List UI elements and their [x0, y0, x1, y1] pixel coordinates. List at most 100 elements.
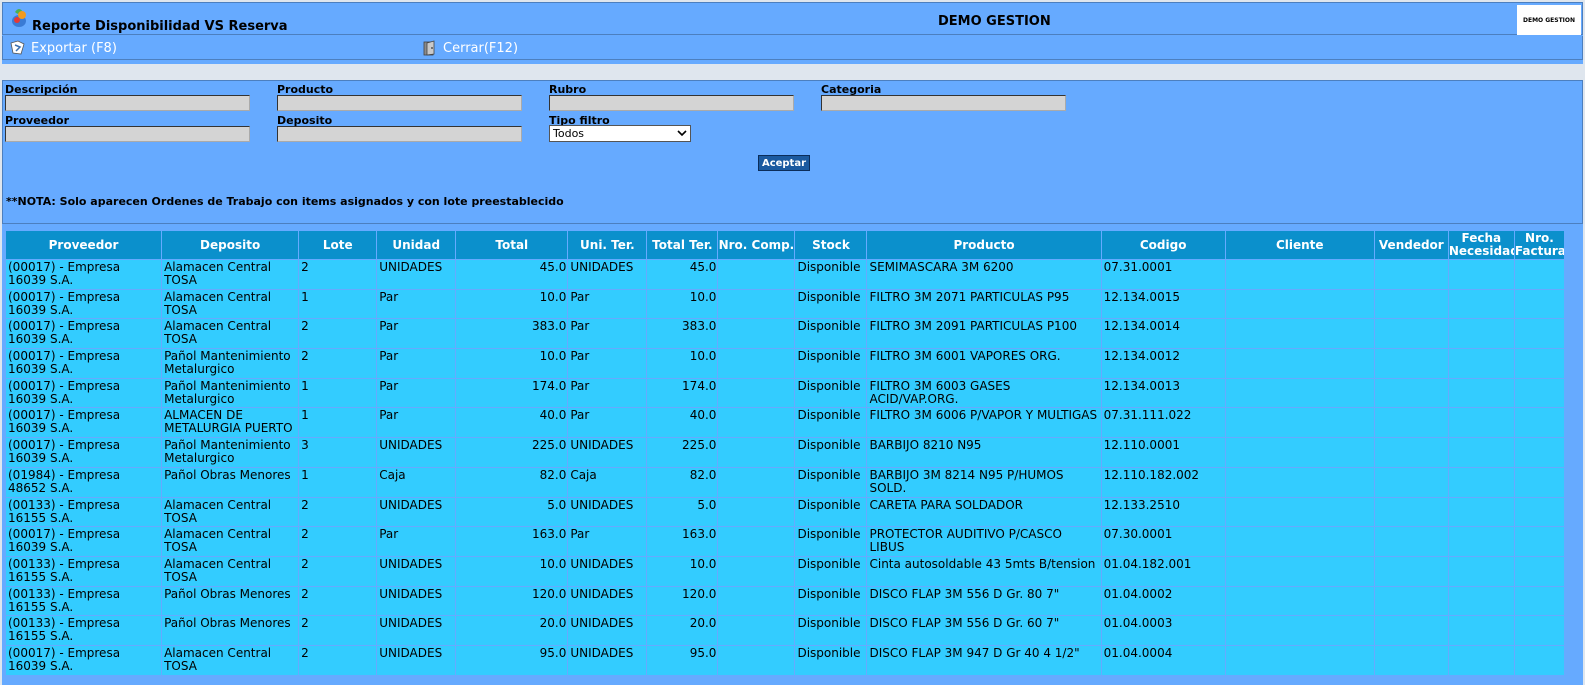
tipo-filtro-select[interactable]: Todos: [549, 125, 691, 142]
cell-nro-factura: [1513, 259, 1566, 290]
column-header-deposito[interactable]: Deposito: [161, 230, 300, 260]
cell-unidad: Par: [376, 288, 457, 320]
column-header-total[interactable]: Total: [455, 230, 569, 260]
cell-total: 163.0: [455, 526, 569, 557]
table-row[interactable]: (00017) - Empresa 16039 S.A. Pañol Manten…: [4, 377, 1566, 409]
table-row[interactable]: (00017) - Empresa 16039 S.A. Alamacen Cen…: [4, 644, 1566, 676]
cell-unidad: Par: [376, 377, 457, 409]
cell-nro-factura: [1513, 585, 1566, 617]
cell-nro-factura: [1513, 615, 1566, 646]
cell-fecha-necesidad: [1447, 437, 1515, 468]
cell-nro-comp: [717, 585, 796, 617]
column-header-codigo[interactable]: Codigo: [1100, 230, 1226, 260]
column-header-uni-ter[interactable]: Uni. Ter.: [567, 230, 648, 260]
cell-nro-factura: [1513, 526, 1566, 557]
cell-codigo: 01.04.0004: [1100, 644, 1226, 676]
column-header-lote[interactable]: Lote: [298, 230, 378, 260]
cell-producto: FILTRO 3M 6003 GASES ACID/VAP.ORG.: [866, 377, 1102, 409]
column-header-nro-factura[interactable]: Nro. Factura: [1513, 230, 1566, 260]
rubro-input[interactable]: [549, 95, 794, 111]
page-title: Reporte Disponibilidad VS Reserva: [32, 19, 288, 34]
column-header-vendedor[interactable]: Vendedor: [1373, 230, 1449, 260]
proveedor-input[interactable]: [5, 126, 250, 142]
cell-cliente: [1224, 259, 1375, 290]
cell-total: 10.0: [455, 288, 569, 320]
column-header-total-ter[interactable]: Total Ter.: [646, 230, 719, 260]
cell-total: 383.0: [455, 318, 569, 350]
cell-uni-ter: Par: [567, 377, 648, 409]
export-label: Exportar (F8): [31, 40, 117, 56]
cell-uni-ter: Par: [567, 526, 648, 557]
cell-deposito: Alamacen Central TOSA: [161, 555, 300, 587]
cell-proveedor: (00133) - Empresa 16155 S.A.: [4, 615, 163, 646]
cell-deposito: Alamacen Central TOSA: [161, 496, 300, 528]
cell-total-ter: 10.0: [646, 348, 719, 379]
cell-lote: 2: [298, 259, 378, 290]
table-row[interactable]: (00017) - Empresa 16039 S.A. Alamacen Cen…: [4, 318, 1566, 350]
close-button[interactable]: Cerrar(F12): [421, 40, 518, 56]
column-header-cliente[interactable]: Cliente: [1224, 230, 1375, 260]
cell-stock: Disponible: [794, 318, 868, 350]
cell-proveedor: (00017) - Empresa 16039 S.A.: [4, 259, 163, 290]
cell-cliente: [1224, 526, 1375, 557]
cell-codigo: 01.04.0003: [1100, 615, 1226, 646]
table-row[interactable]: (00017) - Empresa 16039 S.A. ALMACEN DE M…: [4, 407, 1566, 439]
table-row[interactable]: (01984) - Empresa 48652 S.A. Pañol Obras …: [4, 466, 1566, 498]
cell-proveedor: (00017) - Empresa 16039 S.A.: [4, 437, 163, 468]
cell-lote: 2: [298, 526, 378, 557]
cell-nro-comp: [717, 644, 796, 676]
table-row[interactable]: (00017) - Empresa 16039 S.A. Alamacen Cen…: [4, 288, 1566, 320]
cell-proveedor: (00017) - Empresa 16039 S.A.: [4, 407, 163, 439]
producto-input[interactable]: [277, 95, 522, 111]
column-header-fecha-necesidad[interactable]: Fecha Necesidad: [1447, 230, 1515, 260]
cell-producto: FILTRO 3M 6001 VAPORES ORG.: [866, 348, 1102, 379]
column-header-nro-comp[interactable]: Nro. Comp.: [717, 230, 796, 260]
cell-nro-comp: [717, 466, 796, 498]
table-row[interactable]: (00133) - Empresa 16155 S.A. Alamacen Cen…: [4, 496, 1566, 528]
cell-deposito: Pañol Mantenimiento Metalurgico: [161, 437, 300, 468]
cell-unidad: Par: [376, 318, 457, 350]
descripcion-input[interactable]: [5, 95, 250, 111]
table-row[interactable]: (00133) - Empresa 16155 S.A. Pañol Obras …: [4, 615, 1566, 646]
column-header-unidad[interactable]: Unidad: [376, 230, 457, 260]
column-header-stock[interactable]: Stock: [794, 230, 868, 260]
cell-deposito: Pañol Obras Menores: [161, 466, 300, 498]
cell-total-ter: 20.0: [646, 615, 719, 646]
cell-cliente: [1224, 496, 1375, 528]
categoria-input[interactable]: [821, 95, 1066, 111]
cell-total-ter: 82.0: [646, 466, 719, 498]
cell-unidad: UNIDADES: [376, 585, 457, 617]
company-name: DEMO GESTION: [938, 14, 1051, 29]
cell-total: 225.0: [455, 437, 569, 468]
cell-uni-ter: UNIDADES: [567, 555, 648, 587]
cell-uni-ter: UNIDADES: [567, 496, 648, 528]
cell-lote: 2: [298, 555, 378, 587]
cell-nro-comp: [717, 288, 796, 320]
cell-fecha-necesidad: [1447, 259, 1515, 290]
column-header-producto[interactable]: Producto: [866, 230, 1102, 260]
cell-uni-ter: UNIDADES: [567, 644, 648, 676]
table-row[interactable]: (00017) - Empresa 16039 S.A. Alamacen Cen…: [4, 526, 1566, 557]
cell-producto: DISCO FLAP 3M 556 D Gr. 60 7": [866, 615, 1102, 646]
table-row[interactable]: (00017) - Empresa 16039 S.A. Pañol Manten…: [4, 437, 1566, 468]
cell-proveedor: (00133) - Empresa 16155 S.A.: [4, 555, 163, 587]
table-row[interactable]: (00017) - Empresa 16039 S.A. Alamacen Cen…: [4, 259, 1566, 290]
cell-total-ter: 120.0: [646, 585, 719, 617]
cell-total: 5.0: [455, 496, 569, 528]
cell-cliente: [1224, 407, 1375, 439]
export-button[interactable]: Exportar (F8): [9, 40, 117, 56]
table-row[interactable]: (00133) - Empresa 16155 S.A. Alamacen Cen…: [4, 555, 1566, 587]
table-row[interactable]: (00133) - Empresa 16155 S.A. Pañol Obras …: [4, 585, 1566, 617]
app-logo-icon: [12, 9, 26, 27]
cell-uni-ter: UNIDADES: [567, 615, 648, 646]
cell-codigo: 07.30.0001: [1100, 526, 1226, 557]
accept-button[interactable]: Aceptar: [758, 155, 810, 171]
cell-unidad: UNIDADES: [376, 615, 457, 646]
cell-cliente: [1224, 348, 1375, 379]
table-row[interactable]: (00017) - Empresa 16039 S.A. Pañol Manten…: [4, 348, 1566, 379]
cell-unidad: UNIDADES: [376, 555, 457, 587]
column-header-proveedor[interactable]: Proveedor: [4, 230, 163, 260]
cell-stock: Disponible: [794, 526, 868, 557]
cell-nro-factura: [1513, 377, 1566, 409]
deposito-input[interactable]: [277, 126, 522, 142]
